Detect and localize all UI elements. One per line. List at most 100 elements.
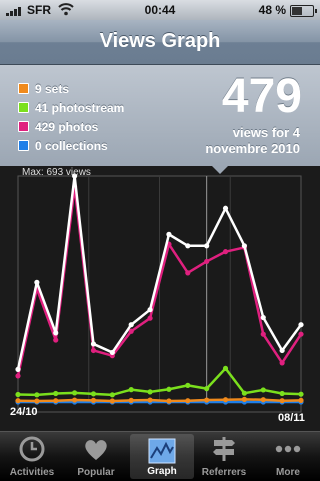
- data-point-photostream[interactable]: [90, 391, 97, 397]
- data-point-photos[interactable]: [298, 331, 304, 337]
- legend-swatch-sets: [18, 83, 29, 94]
- views-graph[interactable]: Max: 693 views 24/10 08/11: [0, 166, 320, 430]
- caption-line-2: novembre 2010: [205, 141, 300, 156]
- data-point-sets[interactable]: [72, 397, 78, 403]
- data-point-total[interactable]: [279, 347, 285, 354]
- data-point-photostream[interactable]: [72, 390, 78, 396]
- data-point-total[interactable]: [147, 307, 153, 313]
- tab-more[interactable]: More: [256, 432, 320, 481]
- data-point-total[interactable]: [90, 341, 97, 347]
- legend-item-photos[interactable]: 429 photos: [18, 117, 124, 136]
- data-point-photostream[interactable]: [241, 390, 247, 396]
- data-point-photostream[interactable]: [222, 365, 229, 372]
- navigation-bar: Views Graph: [0, 20, 320, 65]
- tab-label: Activities: [9, 467, 55, 478]
- battery-level-fill: [292, 7, 302, 15]
- data-point-sets[interactable]: [109, 398, 115, 404]
- tab-graph[interactable]: Graph: [130, 434, 194, 479]
- clock-icon: [19, 436, 45, 462]
- status-bar: SFR 00:44 48 %: [0, 0, 320, 20]
- data-point-total[interactable]: [204, 243, 210, 249]
- data-point-photostream[interactable]: [166, 386, 172, 392]
- data-point-total[interactable]: [222, 205, 229, 211]
- data-point-sets[interactable]: [298, 397, 304, 403]
- data-point-total[interactable]: [260, 314, 266, 321]
- page-title: Views Graph: [99, 30, 221, 52]
- data-point-total[interactable]: [241, 243, 247, 249]
- data-point-total[interactable]: [53, 330, 59, 336]
- data-point-total[interactable]: [298, 322, 304, 328]
- tab-activities[interactable]: Activities: [0, 432, 64, 481]
- data-point-sets[interactable]: [260, 397, 266, 403]
- data-point-total[interactable]: [166, 231, 172, 237]
- data-point-photostream[interactable]: [298, 391, 304, 397]
- data-point-photos[interactable]: [185, 270, 191, 276]
- data-point-photos[interactable]: [260, 331, 266, 337]
- data-point-photostream[interactable]: [34, 392, 40, 398]
- more-icon: [275, 445, 301, 453]
- data-point-sets[interactable]: [15, 398, 21, 404]
- data-point-photos[interactable]: [15, 373, 21, 379]
- data-point-sets[interactable]: [241, 396, 247, 402]
- data-point-sets[interactable]: [147, 397, 153, 403]
- data-point-total[interactable]: [185, 243, 191, 249]
- max-label: Max: 693 views: [22, 167, 91, 178]
- tab-label: Graph: [147, 466, 177, 477]
- signpost-icon: [213, 437, 235, 461]
- tab-label: Popular: [77, 467, 115, 478]
- graph-icon: [148, 438, 176, 464]
- tab-label: More: [276, 467, 300, 478]
- legend-item-sets[interactable]: 9 sets: [18, 79, 124, 98]
- line-chart[interactable]: Max: 693 views 24/10 08/11: [0, 166, 320, 430]
- data-point-total[interactable]: [109, 349, 115, 356]
- data-point-photos[interactable]: [204, 258, 210, 265]
- data-point-photos[interactable]: [53, 337, 59, 343]
- tab-label: Referrers: [201, 467, 247, 478]
- data-point-photostream[interactable]: [260, 387, 266, 393]
- data-point-photostream[interactable]: [204, 386, 210, 392]
- legend-swatch-photostream: [18, 102, 29, 113]
- data-point-sets[interactable]: [53, 398, 59, 404]
- total-views-caption: views for 4 novembre 2010: [160, 125, 300, 157]
- data-point-total[interactable]: [34, 279, 40, 285]
- x-start-label: 24/10: [10, 406, 38, 418]
- legend-swatch-collections: [18, 140, 29, 151]
- summary-panel: 9 sets 41 photostream 429 photos 0 colle…: [0, 65, 320, 168]
- selection-pointer: [212, 166, 228, 174]
- data-point-photostream[interactable]: [53, 390, 59, 397]
- data-point-total[interactable]: [15, 366, 21, 372]
- legend-label: 429 photos: [35, 119, 99, 134]
- data-point-sets[interactable]: [222, 397, 229, 403]
- series-line-sets: [17, 398, 302, 403]
- data-point-photostream[interactable]: [109, 392, 115, 398]
- data-point-photostream[interactable]: [185, 382, 191, 388]
- data-point-sets[interactable]: [185, 398, 191, 404]
- data-point-photos[interactable]: [90, 347, 97, 354]
- battery-icon: [290, 5, 317, 17]
- data-point-sets[interactable]: [166, 398, 172, 404]
- data-point-photos[interactable]: [279, 360, 285, 366]
- data-point-sets[interactable]: [34, 398, 40, 404]
- data-point-sets[interactable]: [128, 397, 134, 403]
- data-point-photostream[interactable]: [15, 391, 21, 398]
- data-point-photostream[interactable]: [147, 389, 153, 395]
- data-point-photostream[interactable]: [128, 387, 134, 393]
- total-views: 479: [221, 70, 302, 123]
- battery-percent: 48 %: [258, 3, 286, 17]
- data-point-photos[interactable]: [147, 315, 153, 321]
- caption-line-1: views for 4: [232, 125, 300, 140]
- legend-item-photostream[interactable]: 41 photostream: [18, 98, 124, 117]
- data-point-photos[interactable]: [222, 249, 229, 255]
- tab-popular[interactable]: Popular: [64, 432, 128, 481]
- data-point-photostream[interactable]: [279, 390, 285, 397]
- tab-referrers[interactable]: Referrers: [192, 432, 256, 481]
- data-point-sets[interactable]: [90, 397, 97, 403]
- legend-swatch-photos: [18, 121, 29, 132]
- legend-label: 0 collections: [35, 138, 108, 153]
- legend-label: 41 photostream: [35, 100, 125, 115]
- data-point-total[interactable]: [128, 322, 134, 328]
- heart-icon: [85, 440, 107, 460]
- legend-item-collections[interactable]: 0 collections: [18, 136, 124, 155]
- data-point-sets[interactable]: [204, 397, 210, 403]
- data-point-sets[interactable]: [279, 398, 285, 404]
